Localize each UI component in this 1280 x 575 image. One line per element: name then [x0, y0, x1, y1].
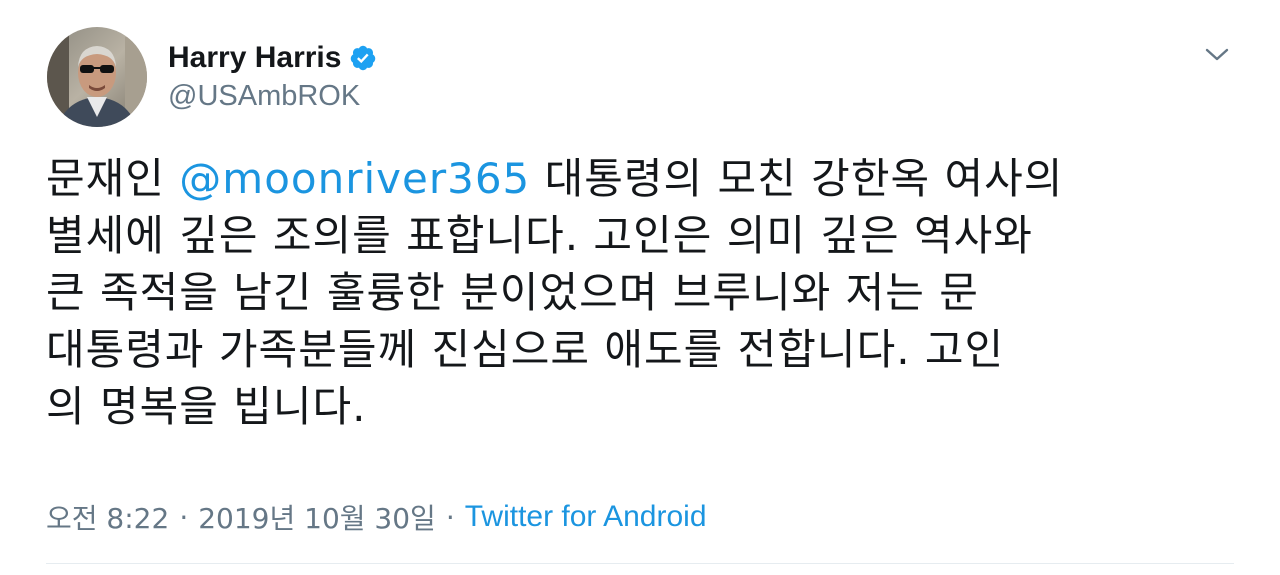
tweet-menu-button[interactable] — [1200, 40, 1234, 70]
tweet-metadata: 오전 8:22 · 2019년 10월 30일 · Twitter for An… — [46, 497, 707, 537]
tweet-line-3: 큰 족적을 남긴 훌륭한 분이었으며 브루니와 저는 문 — [46, 268, 979, 317]
author-name-row: Harry Harris — [168, 38, 377, 78]
tweet-text-segment: 문재인 — [46, 154, 180, 203]
tweet-time[interactable]: 오전 8:22 — [46, 497, 169, 537]
tweet-source-link[interactable]: Twitter for Android — [465, 500, 707, 534]
verified-badge-icon — [349, 44, 377, 72]
tweet-text-segment: 대통령의 모친 강한옥 여사의 — [530, 154, 1064, 203]
meta-separator: · — [445, 500, 455, 534]
meta-separator: · — [179, 500, 189, 534]
tweet-line-2: 별세에 깊은 조의를 표합니다. 고인은 의미 깊은 역사와 — [46, 211, 1033, 260]
tweet-line-5: 의 명복을 빕니다. — [46, 382, 367, 431]
divider — [46, 563, 1234, 564]
chevron-down-icon — [1205, 48, 1229, 61]
tweet-line-1: 문재인 @moonriver365 대통령의 모친 강한옥 여사의 — [46, 150, 1246, 207]
tweet-date[interactable]: 2019년 10월 30일 — [198, 497, 436, 537]
tweet-card: Harry Harris @USAmbROK 문재인 @moonriver365… — [0, 0, 1280, 575]
tweet-text: 문재인 @moonriver365 대통령의 모친 강한옥 여사의 별세에 깊은… — [46, 150, 1246, 435]
tweet-line-4: 대통령과 가족분들께 진심으로 애도를 전합니다. 고인 — [46, 325, 1005, 374]
author-avatar[interactable] — [47, 27, 147, 127]
mention-link[interactable]: @moonriver365 — [179, 154, 530, 203]
author-display-name[interactable]: Harry Harris — [168, 41, 341, 75]
avatar-photo-icon — [47, 27, 147, 127]
author-handle[interactable]: @USAmbROK — [168, 80, 360, 113]
